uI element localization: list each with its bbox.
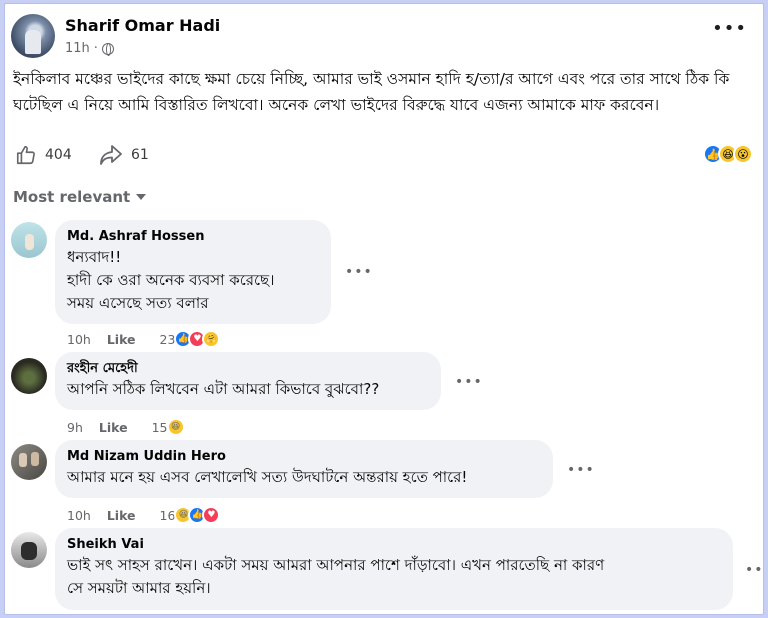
commenter-avatar[interactable] (11, 532, 47, 568)
comment-item: Md Nizam Uddin Hero আমার মনে হয় এসব লেখ… (11, 440, 751, 524)
reaction-summary[interactable]: 👍 😆 😮 (703, 144, 753, 164)
post-text: ইনকিলাব মঞ্চের ভাইদের কাছে ক্ষমা চেয়ে ন… (13, 70, 730, 114)
comment-like-button[interactable]: Like (99, 420, 128, 435)
comment-actions: 10h Like 16 😆 👍 ♥ (67, 506, 221, 524)
thumbs-up-icon (16, 145, 35, 165)
author-avatar[interactable] (11, 14, 55, 58)
comment-bubble: রংহীন মেহেদী আপনি সঠিক লিখবেন এটা আমরা ক… (55, 352, 441, 410)
comment-options-icon[interactable]: ••• (345, 264, 373, 280)
author-name[interactable]: Sharif Omar Hadi (65, 16, 220, 35)
comment-text: আপনি সঠিক লিখবেন এটা আমরা কিভাবে বুঝবো?? (67, 380, 380, 398)
comment-like-button[interactable]: Like (107, 508, 136, 523)
comment-time[interactable]: 10h (67, 332, 91, 347)
comment-actions: 10h Like 23 👍 ♥ 🤗 (67, 330, 221, 348)
post-card: Sharif Omar Hadi 11h · ••• ইনকিলাব মঞ্চে… (4, 3, 764, 615)
comment-reaction-count[interactable]: 23 (160, 332, 176, 347)
comment-bubble: Md. Ashraf Hossen ধন্যবাদ!! হাদী কে ওরা … (55, 220, 331, 324)
comment-options-icon[interactable]: ••• (567, 462, 595, 478)
comment-time[interactable]: 9h (67, 420, 83, 435)
commenter-avatar[interactable] (11, 444, 47, 480)
post-time[interactable]: 11h (65, 41, 90, 56)
comment-bubble: Sheikh Vai ভাই সৎ সাহস রাখেন। একটা সময় … (55, 528, 733, 610)
comment-sort-label: Most relevant (13, 188, 131, 206)
share-icon (100, 145, 122, 165)
comment-text: ভাই সৎ সাহস রাখেন। একটা সময় আমরা আপনার … (67, 556, 605, 597)
commenter-name[interactable]: Md Nizam Uddin Hero (67, 448, 541, 466)
comment-actions: 9h Like 15 😆 (67, 418, 185, 436)
chevron-down-icon (136, 194, 147, 200)
comment-options-icon[interactable]: ••• (455, 374, 483, 390)
comment-item: Sheikh Vai ভাই সৎ সাহস রাখেন। একটা সময় … (11, 528, 763, 614)
haha-icon: 😆 (166, 418, 185, 436)
comment-item: Md. Ashraf Hossen ধন্যবাদ!! হাদী কে ওরা … (11, 220, 751, 348)
comment-reaction-count[interactable]: 15 (152, 420, 168, 435)
like-count: 404 (45, 147, 72, 163)
comment-options-icon[interactable]: ••• (745, 562, 763, 578)
comment-text: ধন্যবাদ!! হাদী কে ওরা অনেক ব্যবসা করেছে।… (67, 248, 275, 312)
post-header: Sharif Omar Hadi 11h · ••• (11, 12, 757, 62)
love-icon: ♥ (202, 506, 221, 524)
wow-icon: 😮 (733, 144, 753, 164)
comment-bubble: Md Nizam Uddin Hero আমার মনে হয় এসব লেখ… (55, 440, 553, 498)
care-icon: 🤗 (202, 330, 221, 348)
comment-sort-dropdown[interactable]: Most relevant (13, 188, 147, 206)
share-count: 61 (131, 147, 149, 163)
share-button[interactable]: 61 (99, 144, 149, 166)
commenter-name[interactable]: Md. Ashraf Hossen (67, 228, 319, 246)
commenter-name[interactable]: Sheikh Vai (67, 536, 721, 554)
comment-item: রংহীন মেহেদী আপনি সঠিক লিখবেন এটা আমরা ক… (11, 352, 751, 436)
commenter-name[interactable]: রংহীন মেহেদী (67, 360, 429, 378)
commenter-avatar[interactable] (11, 358, 47, 394)
comment-text: আমার মনে হয় এসব লেখালেখি সত্য উদঘাটনে অ… (67, 468, 468, 486)
meta-separator: · (93, 41, 98, 56)
comment-reaction-count[interactable]: 16 (160, 508, 176, 523)
post-meta: 11h · (65, 41, 114, 56)
more-options-icon[interactable]: ••• (712, 20, 747, 38)
globe-icon (101, 42, 114, 56)
comment-like-button[interactable]: Like (107, 332, 136, 347)
post-stats: 404 61 👍 😆 😮 (15, 144, 753, 174)
commenter-avatar[interactable] (11, 222, 47, 258)
comment-time[interactable]: 10h (67, 508, 91, 523)
like-button[interactable]: 404 (15, 144, 72, 166)
